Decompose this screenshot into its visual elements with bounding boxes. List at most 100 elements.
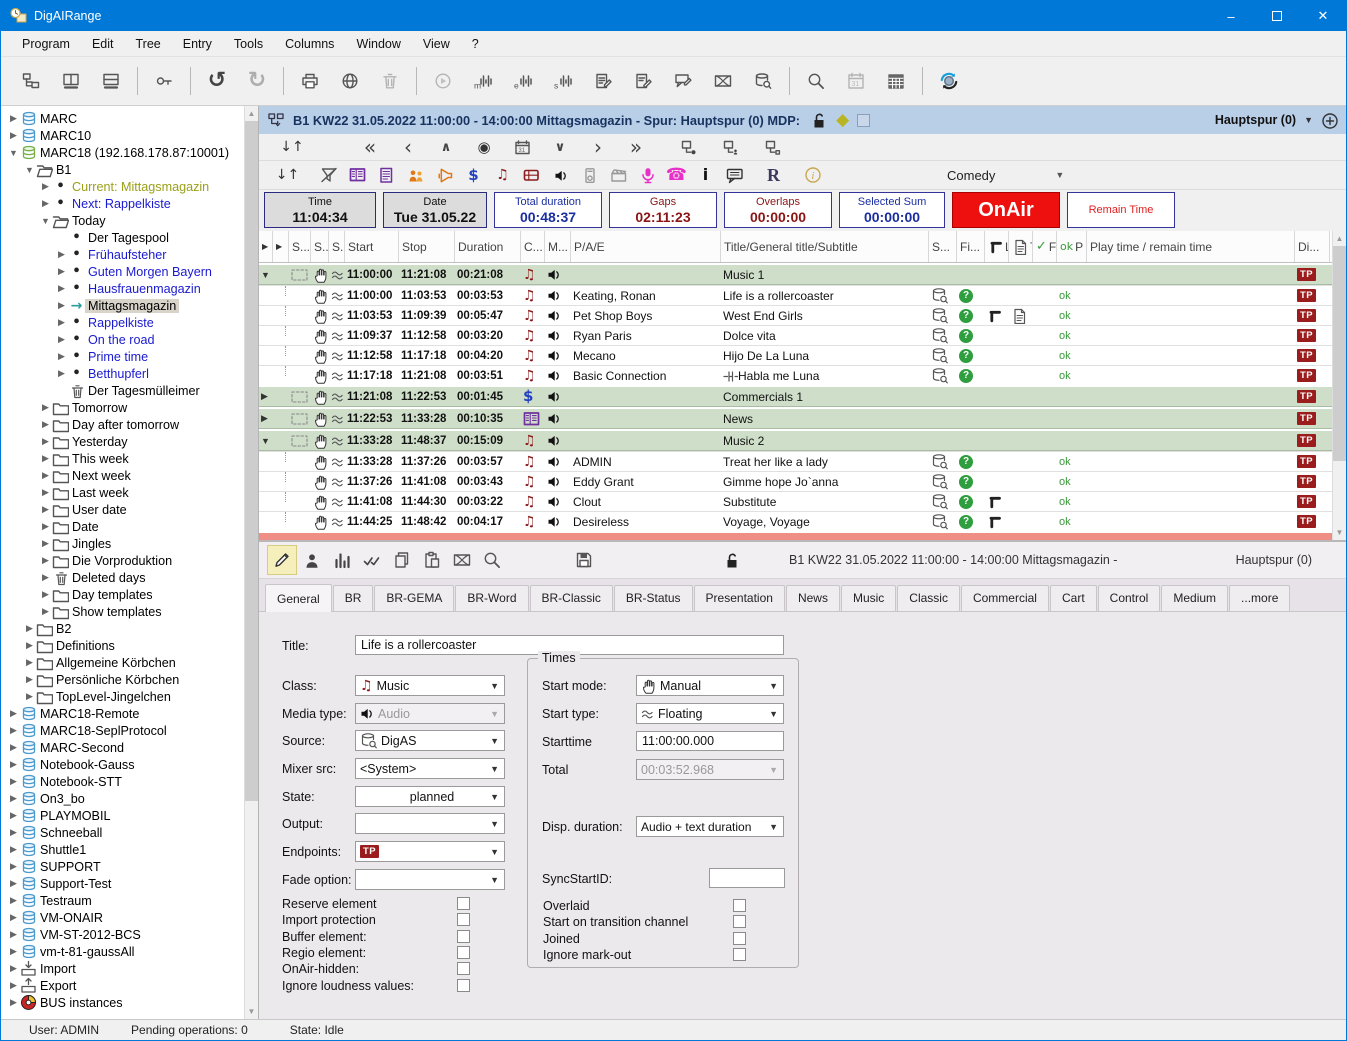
tab-brword[interactable]: BR-Word	[455, 585, 528, 611]
moderation-people-button[interactable]	[401, 162, 430, 188]
tree-expander-icon[interactable]: ▶	[23, 623, 36, 634]
tree-expander-icon[interactable]: ▶	[39, 504, 52, 515]
checkbox-onair-hidden-[interactable]	[457, 962, 470, 975]
editor-lock-button[interactable]	[717, 545, 747, 575]
sort-updown-button[interactable]: ↓↑	[273, 162, 302, 188]
tree-item-marc10[interactable]: ▶MARC10	[1, 127, 244, 144]
column-header-0[interactable]: ▶	[259, 231, 273, 262]
insert-person-button[interactable]	[711, 135, 749, 159]
skip-last-button[interactable]: »	[617, 135, 655, 159]
tree-item-shuttle1[interactable]: ▶Shuttle1	[1, 841, 244, 858]
column-header-4[interactable]: S...	[329, 231, 345, 262]
tree-item-notebook-stt[interactable]: ▶Notebook-STT	[1, 773, 244, 790]
tree-item-support[interactable]: ▶SUPPORT	[1, 858, 244, 875]
checkbox-reserve-element[interactable]	[457, 897, 470, 910]
tree-item-schneeball[interactable]: ▶Schneeball	[1, 824, 244, 841]
playlist-row[interactable]: ▼11:00:0011:21:0800:21:08♫Music 1TP	[259, 263, 1332, 285]
playlist-row[interactable]: ▶11:21:0811:22:5300:01:45$Commercials 1T…	[259, 385, 1332, 407]
tree-item-support-test[interactable]: ▶Support-Test	[1, 875, 244, 892]
music-note-button[interactable]: ♫	[488, 162, 517, 188]
category-dropdown-arrow[interactable]: ▼	[1055, 170, 1064, 180]
text-doc-button[interactable]	[372, 162, 401, 188]
tree-item-die-vorproduktion[interactable]: ▶Die Vorproduktion	[1, 552, 244, 569]
tree-scrollbar[interactable]: ▲▼	[244, 106, 258, 1019]
tree-expander-icon[interactable]: ▶	[23, 640, 36, 651]
tree-expander-icon[interactable]: ▶	[55, 351, 68, 362]
tree-expander-icon[interactable]: ▶	[7, 742, 20, 753]
tree-expander-icon[interactable]: ▶	[7, 980, 20, 991]
tree-expander-icon[interactable]: ▶	[7, 946, 20, 957]
fade-option-select[interactable]: ▼	[355, 869, 505, 890]
tree-expander-icon[interactable]: ▶	[23, 691, 36, 702]
promo-megaphone-button[interactable]	[430, 162, 459, 188]
start-mode-select[interactable]: Manual▼	[636, 675, 784, 696]
menu-help[interactable]: ?	[461, 33, 490, 55]
tree-expander-icon[interactable]: ▶	[55, 317, 68, 328]
tree-expander-icon[interactable]: ▶	[39, 538, 52, 549]
db-query-button[interactable]	[743, 62, 783, 100]
tree-expander-icon[interactable]: ▶	[7, 810, 20, 821]
calendar-31-button[interactable]: 31	[836, 62, 876, 100]
tree-expander-icon[interactable]: ▶	[55, 266, 68, 277]
microphone-button[interactable]	[633, 162, 662, 188]
tree-expander-icon[interactable]: ▼	[23, 165, 36, 175]
recorder-button[interactable]	[575, 162, 604, 188]
source-select[interactable]: DigAS▼	[355, 730, 505, 751]
tree-expander-icon[interactable]: ▶	[7, 793, 20, 804]
tab-brgema[interactable]: BR-GEMA	[374, 585, 454, 611]
column-header-9[interactable]: M...	[545, 231, 571, 262]
row-expander-icon[interactable]: ▼	[261, 436, 270, 446]
tree-item-playmobil[interactable]: ▶PLAYMOBIL	[1, 807, 244, 824]
tree-item-today[interactable]: ▼Today	[1, 212, 244, 229]
expand-all-button[interactable]: ∨	[541, 135, 579, 159]
tree-item-bus-instances[interactable]: ▶BUS instances	[1, 994, 244, 1011]
playlist-row[interactable]: 11:00:0011:03:5300:03:53♫Keating, RonanL…	[259, 285, 1332, 305]
clapper-button[interactable]	[604, 162, 633, 188]
tab-control[interactable]: Control	[1098, 585, 1161, 611]
split-horizontal-button[interactable]	[91, 62, 131, 100]
tab-commercial[interactable]: Commercial	[961, 585, 1049, 611]
mixer-src-select[interactable]: <System>▼	[355, 758, 505, 779]
calendar-small-button[interactable]: 31	[503, 135, 541, 159]
tree-item-export[interactable]: ▶Export	[1, 977, 244, 994]
sort-updown-button[interactable]: ↓↑	[273, 135, 311, 159]
tab-classic[interactable]: Classic	[897, 585, 960, 611]
undo-button[interactable]: ↺	[197, 62, 237, 100]
checkbox-joined[interactable]	[733, 932, 746, 945]
tree-item-rappelkiste[interactable]: ▶•Rappelkiste	[1, 314, 244, 331]
tree-item-marc18-seplprotocol[interactable]: ▶MARC18-SeplProtocol	[1, 722, 244, 739]
playlist-row[interactable]: 11:37:2611:41:0800:03:43♫Eddy GrantGimme…	[259, 471, 1332, 491]
menu-view[interactable]: View	[412, 33, 461, 55]
column-header-19[interactable]: Di...	[1295, 231, 1330, 262]
tree-item-notebook-gauss[interactable]: ▶Notebook-Gauss	[1, 756, 244, 773]
tree-expander-icon[interactable]: ▶	[7, 861, 20, 872]
endpoints-select[interactable]: TP▼	[355, 841, 505, 862]
tree-view-button[interactable]	[11, 62, 51, 100]
tree-item-import[interactable]: ▶Import	[1, 960, 244, 977]
tree-item-day-templates[interactable]: ▶Day templates	[1, 586, 244, 603]
tree-item-betthupferl[interactable]: ▶•Betthupferl	[1, 365, 244, 382]
tree-item-marc[interactable]: ▶MARC	[1, 110, 244, 127]
tree-expander-icon[interactable]: ▶	[7, 997, 20, 1008]
playlist-row[interactable]: 11:44:2511:48:4200:04:17♫DesirelessVoyag…	[259, 511, 1332, 531]
tree-expander-icon[interactable]: ▶	[39, 487, 52, 498]
tree-item-yesterday[interactable]: ▶Yesterday	[1, 433, 244, 450]
tree-expander-icon[interactable]: ▶	[55, 368, 68, 379]
tree-expander-icon[interactable]: ▶	[7, 759, 20, 770]
info-circle-button[interactable]: i	[798, 162, 827, 188]
tab-more[interactable]: ...more	[1229, 585, 1290, 611]
tree-item-pers-nliche-k-rbchen[interactable]: ▶Persönliche Körbchen	[1, 671, 244, 688]
column-header-3[interactable]: S...	[311, 231, 329, 262]
edit-entry-button[interactable]	[583, 62, 623, 100]
mdp-lock-icon[interactable]	[810, 112, 828, 129]
tree-expander-icon[interactable]: ▼	[39, 216, 52, 226]
column-header-6[interactable]: Stop	[399, 231, 455, 262]
chev-prev-button[interactable]: ‹	[389, 135, 427, 159]
row-expander-icon[interactable]: ▼	[261, 270, 270, 280]
tree-expander-icon[interactable]: ▶	[7, 776, 20, 787]
statistics-button[interactable]	[327, 545, 357, 575]
edit-entry-alt-button[interactable]	[623, 62, 663, 100]
tree-item-marc18-remote[interactable]: ▶MARC18-Remote	[1, 705, 244, 722]
checkbox-start-on-transition-channel[interactable]	[733, 915, 746, 928]
skip-first-button[interactable]: «	[351, 135, 389, 159]
